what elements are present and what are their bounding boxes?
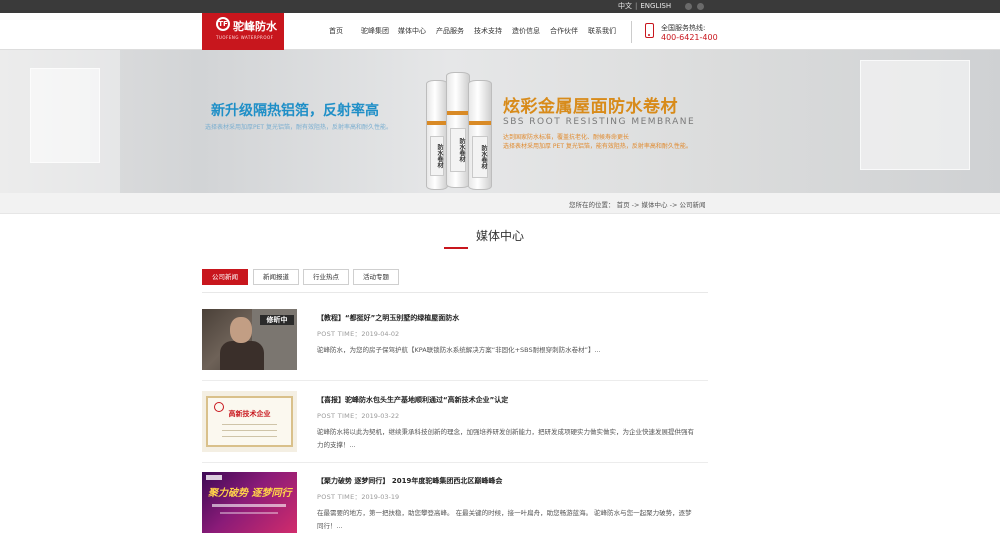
article-excerpt: 驼峰防水将以此为契机，继续秉承科技创新的理念，加强培养研发创新能力，把研发成项硬… [317,428,694,449]
tab-industry-hot[interactable]: 行业热点 [303,269,349,285]
article-date: POST TIME：2019-04-02 [317,328,399,338]
top-utility-bar: 中文 | ENGLISH [0,0,1000,13]
nav-item-group[interactable]: 驼峰集团 [361,26,389,36]
banner-left-description: 选择表材采用加厚PET 复光铝箔，耐有效阻热，反射率高和耐久性能。 [205,124,392,131]
breadcrumb-item-home[interactable]: 首页 [617,201,630,209]
breadcrumb-item-media[interactable]: 媒体中心 [642,201,668,209]
date-value: 2019-03-22 [361,412,400,420]
hero-banner[interactable]: 新升级隔热铝箔，反射率高 选择表材采用加厚PET 复光铝箔，耐有效阻热，反射率高… [0,50,1000,193]
nav-item-partners[interactable]: 合作伙伴 [550,26,578,36]
banner-right-description-1: 达到国家防水标准，覆盖抗老化、耐候寿命更长 [503,134,630,141]
date-label: POST TIME： [317,412,362,420]
tab-events[interactable]: 活动专题 [353,269,399,285]
article-title[interactable]: 【聚力破势 逐梦同行】 2019年度驼峰集团西北区巅峰峰会 [317,476,502,486]
banner-right-description-2: 选择表材采用加厚 PET 复光铝箔，能有效阻热，反射率高和耐久性能。 [503,143,692,150]
roll-label: 防水卷材 [430,136,444,176]
article-date: POST TIME：2019-03-22 [317,410,399,420]
site-header: TF 驼峰防水 TUOFENG WATERPROOF 首页 驼峰集团 媒体中心 … [0,13,1000,50]
mini-logo-icon [206,475,222,480]
nav-item-tech-support[interactable]: 技术支持 [474,26,502,36]
nav-item-pricing[interactable]: 造价信息 [512,26,540,36]
article-excerpt: 驼峰防水，为您的房子保驾护航【KPA联锁防水系统解决方案“非固化+SBS耐根穿刺… [317,346,601,354]
product-roll-2: 防水卷材 [446,72,470,188]
section-title-underline [444,247,468,249]
breadcrumb-prefix: 您所在的位置： [569,201,615,209]
tab-company-news[interactable]: 公司新闻 [202,269,248,285]
article-title[interactable]: 【教程】“都挺好”之明玉别墅的绿植屋面防水 [317,313,459,323]
banner-left-title: 新升级隔热铝箔，反射率高 [211,103,379,119]
logo-text: 驼峰防水 [233,20,277,33]
list-item[interactable]: 聚力破势 逐梦同行 【聚力破势 逐梦同行】 2019年度驼峰集团西北区巅峰峰会 … [202,472,708,534]
hotline-number: 400-6421-400 [661,33,718,42]
banner-right-title: 炫彩金属屋面防水卷材 [503,97,678,117]
thumbnail-caption: 聚力破势 逐梦同行 [208,488,292,499]
thumbnail-caption: 修昕中 [260,315,294,325]
list-item[interactable]: 高新技术企业 【喜报】驼峰防水包头生产基地顺利通过“高新技术企业”认定 POST… [202,391,708,453]
product-roll-1: 防水卷材 [426,80,448,190]
article-title[interactable]: 【喜报】驼峰防水包头生产基地顺利通过“高新技术企业”认定 [317,395,508,405]
hotline-label: 全国服务热线: [661,24,706,32]
date-label: POST TIME： [317,330,362,338]
lang-separator: | [635,2,638,10]
lang-english-link[interactable]: ENGLISH [640,2,671,10]
logo-mark-icon: TF [216,17,230,31]
nav-item-home[interactable]: 首页 [329,26,343,36]
breadcrumb-separator: -> [669,201,678,209]
date-label: POST TIME： [317,493,362,501]
breadcrumb-separator: -> [631,201,640,209]
article-thumbnail[interactable]: 高新技术企业 [202,391,297,452]
article-excerpt: 在最需要的地方，第一把扶稳，助您攀登高峰。 在最关键的时候，接一叶扁舟，助您畅游… [317,509,692,530]
article-thumbnail[interactable]: 修昕中 [202,309,297,370]
nav-item-products[interactable]: 产品服务 [436,26,464,36]
list-item[interactable]: 修昕中 【教程】“都挺好”之明玉别墅的绿植屋面防水 POST TIME：2019… [202,309,708,371]
site-logo[interactable]: TF 驼峰防水 TUOFENG WATERPROOF [202,13,284,50]
article-thumbnail[interactable]: 聚力破势 逐梦同行 [202,472,297,533]
date-value: 2019-04-02 [361,330,400,338]
wechat-icon[interactable] [697,3,704,10]
tab-news-reports[interactable]: 新闻报道 [253,269,299,285]
article-date: POST TIME：2019-03-19 [317,491,399,501]
weibo-icon[interactable] [685,3,692,10]
section-title: 媒体中心 [475,229,524,243]
date-value: 2019-03-19 [361,493,400,501]
tabs-divider [202,292,708,293]
article-divider [202,462,708,463]
banner-window-right [860,60,970,170]
roll-label: 防水卷材 [450,128,466,172]
product-roll-3: 防水卷材 [468,80,492,190]
nav-item-media[interactable]: 媒体中心 [398,26,426,36]
article-divider [202,380,708,381]
breadcrumb: 您所在的位置： 首页 -> 媒体中心 -> 公司新闻 [569,199,705,209]
roll-label: 防水卷材 [472,136,488,178]
lang-chinese-link[interactable]: 中文 [618,2,632,10]
banner-window-left [30,68,100,163]
breadcrumb-item-current[interactable]: 公司新闻 [679,201,705,209]
thumbnail-caption: 高新技术企业 [228,410,271,418]
breadcrumb-bar: 您所在的位置： 首页 -> 媒体中心 -> 公司新闻 [0,193,1000,214]
banner-right-subtitle: SBS ROOT RESISTING MEMBRANE [503,117,696,127]
language-switcher: 中文 | ENGLISH [618,1,671,11]
phone-icon [645,23,654,38]
header-divider [631,21,632,43]
nav-item-contact[interactable]: 联系我们 [588,26,616,36]
logo-subtext: TUOFENG WATERPROOF [216,35,274,40]
